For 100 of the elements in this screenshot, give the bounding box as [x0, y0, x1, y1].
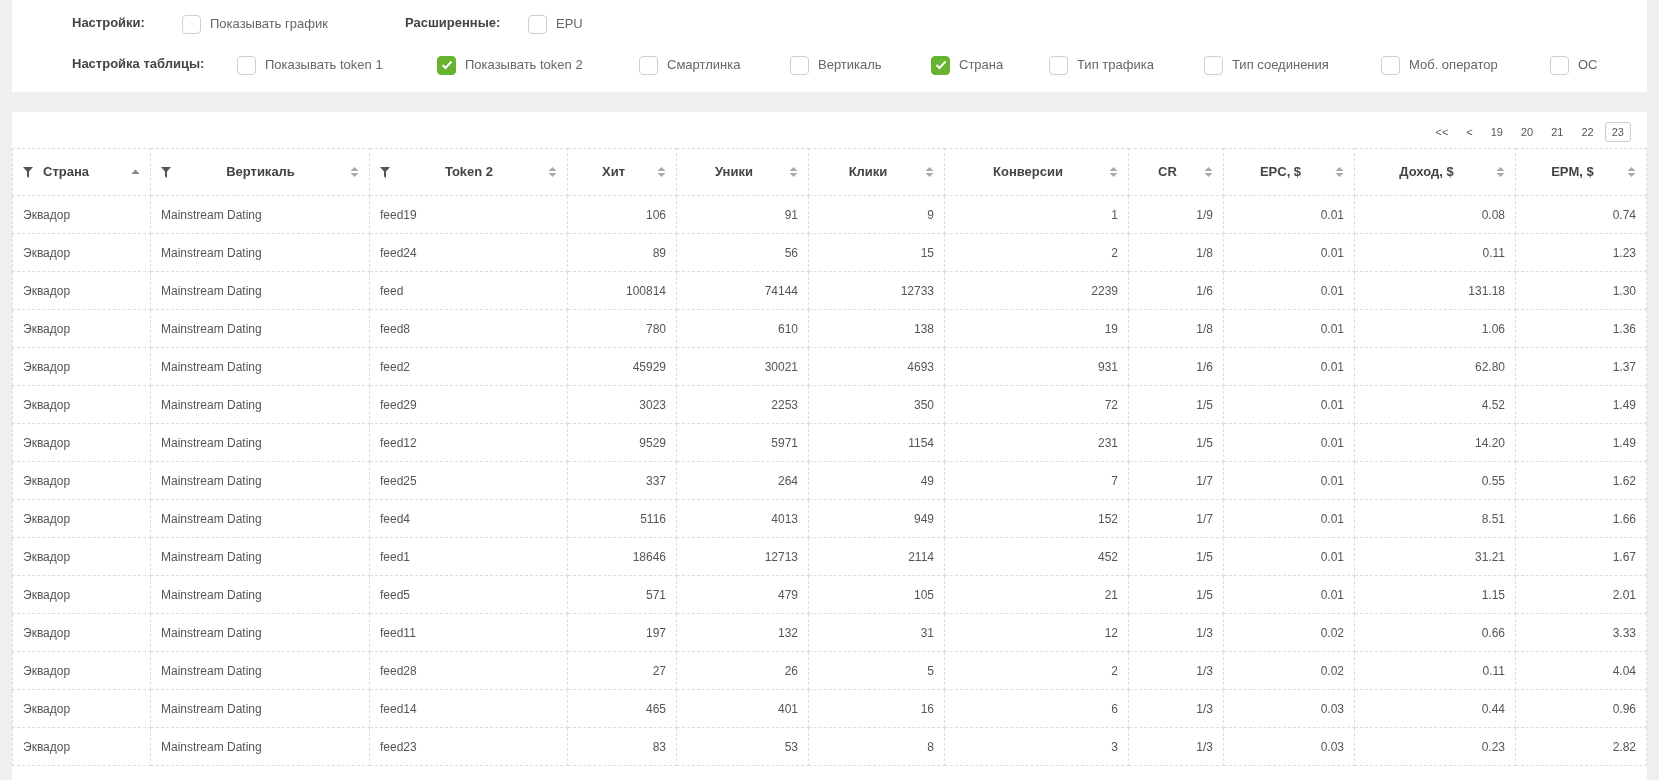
sort-icon[interactable] — [1204, 166, 1213, 178]
column-header[interactable]: Конверсии — [944, 148, 1129, 196]
table-cell: 0.74 — [1515, 195, 1647, 234]
table-cell: 0.08 — [1354, 195, 1516, 234]
table-cell: 105 — [808, 575, 945, 614]
checkbox[interactable] — [182, 14, 201, 34]
table-cell: 0.02 — [1223, 613, 1355, 652]
sort-icon[interactable] — [1627, 166, 1636, 178]
table-cell: 1/8 — [1128, 309, 1224, 348]
table-cell: 1/5 — [1128, 385, 1224, 424]
table-cell: feed — [369, 271, 568, 310]
column-header[interactable]: Token 2 — [369, 148, 568, 196]
checkbox[interactable] — [1204, 55, 1223, 75]
table-cell: 264 — [676, 461, 809, 500]
table-cell: 12733 — [808, 271, 945, 310]
checkbox-label[interactable]: Показывать график — [210, 14, 328, 34]
checkbox-label[interactable]: ОС — [1578, 55, 1598, 75]
table-cell: Mainstream Dating — [150, 689, 370, 728]
checkbox-label[interactable]: Моб. оператор — [1409, 55, 1498, 75]
column-header[interactable]: EPM, $ — [1515, 148, 1647, 196]
table-cell: 9 — [808, 195, 945, 234]
checkbox[interactable] — [1550, 55, 1569, 75]
sort-icon[interactable] — [1109, 166, 1118, 178]
sort-ascending-icon[interactable] — [131, 167, 140, 177]
sort-icon[interactable] — [1335, 166, 1344, 178]
table-cell: 5 — [808, 651, 945, 690]
table-cell: 30021 — [676, 347, 809, 386]
table-cell: 1/6 — [1128, 271, 1224, 310]
filter-icon[interactable] — [23, 166, 33, 178]
table-cell: 53 — [676, 727, 809, 766]
checkbox[interactable] — [931, 55, 950, 75]
table-cell: Mainstream Dating — [150, 347, 370, 386]
sort-icon[interactable] — [657, 166, 666, 178]
checkbox[interactable] — [237, 55, 256, 75]
table-cell: feed14 — [369, 689, 568, 728]
table-cell: 0.66 — [1354, 613, 1516, 652]
column-header[interactable]: Страна — [12, 148, 151, 196]
column-header[interactable]: Хит — [567, 148, 677, 196]
table-cell: 0.55 — [1354, 461, 1516, 500]
table-cell: 1.06 — [1354, 309, 1516, 348]
table-cell: 9529 — [567, 423, 677, 462]
table-cell: Mainstream Dating — [150, 309, 370, 348]
column-header[interactable]: EPC, $ — [1223, 148, 1355, 196]
sort-icon[interactable] — [548, 166, 557, 178]
checkbox[interactable] — [790, 55, 809, 75]
checkbox[interactable] — [1049, 55, 1068, 75]
column-header[interactable]: Клики — [808, 148, 945, 196]
table-cell: 0.11 — [1354, 651, 1516, 690]
table-cell: Эквадор — [12, 575, 151, 614]
table-cell: Mainstream Dating — [150, 651, 370, 690]
table-cell: 0.44 — [1354, 689, 1516, 728]
checkbox-label[interactable]: Тип трафика — [1077, 55, 1154, 75]
table-cell: 1.67 — [1515, 537, 1647, 576]
table-cell: feed28 — [369, 651, 568, 690]
table-cell: 2253 — [676, 385, 809, 424]
checkbox-label[interactable]: Показывать token 1 — [265, 55, 383, 75]
table-cell: Эквадор — [12, 195, 151, 234]
table-cell: 152 — [944, 499, 1129, 538]
table-cell: 16 — [808, 689, 945, 728]
checkbox-label[interactable]: Тип соединения — [1232, 55, 1329, 75]
column-header[interactable]: CR — [1128, 148, 1224, 196]
table-cell: 89 — [567, 233, 677, 272]
table-cell: 1/9 — [1128, 195, 1224, 234]
settings-label: Настройка таблицы: — [72, 55, 206, 73]
page-button[interactable]: 23 — [1604, 122, 1631, 142]
checkbox[interactable] — [639, 55, 658, 75]
table-cell: 100814 — [567, 271, 677, 310]
table-cell: 7 — [944, 461, 1129, 500]
filter-icon[interactable] — [380, 166, 390, 178]
table-cell: 26 — [676, 651, 809, 690]
table-cell: 1.36 — [1515, 309, 1647, 348]
table-cell: 0.96 — [1515, 689, 1647, 728]
checkbox-label[interactable]: Страна — [959, 55, 1004, 75]
checkbox[interactable] — [1381, 55, 1400, 75]
sort-icon[interactable] — [789, 166, 798, 178]
table-cell: 0.01 — [1223, 499, 1355, 538]
checkbox-label[interactable]: EPU — [556, 14, 583, 34]
checkbox-label[interactable]: Показывать token 2 — [465, 55, 583, 75]
table-cell: feed11 — [369, 613, 568, 652]
table-cell: 949 — [808, 499, 945, 538]
column-header[interactable]: Уники — [676, 148, 809, 196]
checkbox[interactable] — [437, 55, 456, 75]
filter-icon[interactable] — [161, 166, 171, 178]
checkbox[interactable] — [528, 14, 547, 34]
column-header[interactable]: Доход, $ — [1354, 148, 1516, 196]
sort-icon[interactable] — [925, 166, 934, 178]
checkbox-label[interactable]: Вертикаль — [818, 55, 882, 75]
table-cell: 91 — [676, 195, 809, 234]
table-cell: Эквадор — [12, 423, 151, 462]
table-cell: 1/7 — [1128, 499, 1224, 538]
sort-icon[interactable] — [350, 166, 359, 178]
table-cell: 72 — [944, 385, 1129, 424]
table-cell: 0.01 — [1223, 461, 1355, 500]
table-cell: feed24 — [369, 233, 568, 272]
sort-icon[interactable] — [1496, 166, 1505, 178]
table-cell: 2 — [944, 651, 1129, 690]
column-header[interactable]: Вертикаль — [150, 148, 370, 196]
checkbox-label[interactable]: Смартлинка — [667, 55, 741, 75]
settings-label: Расширенные: — [405, 14, 502, 32]
table-cell: 5971 — [676, 423, 809, 462]
